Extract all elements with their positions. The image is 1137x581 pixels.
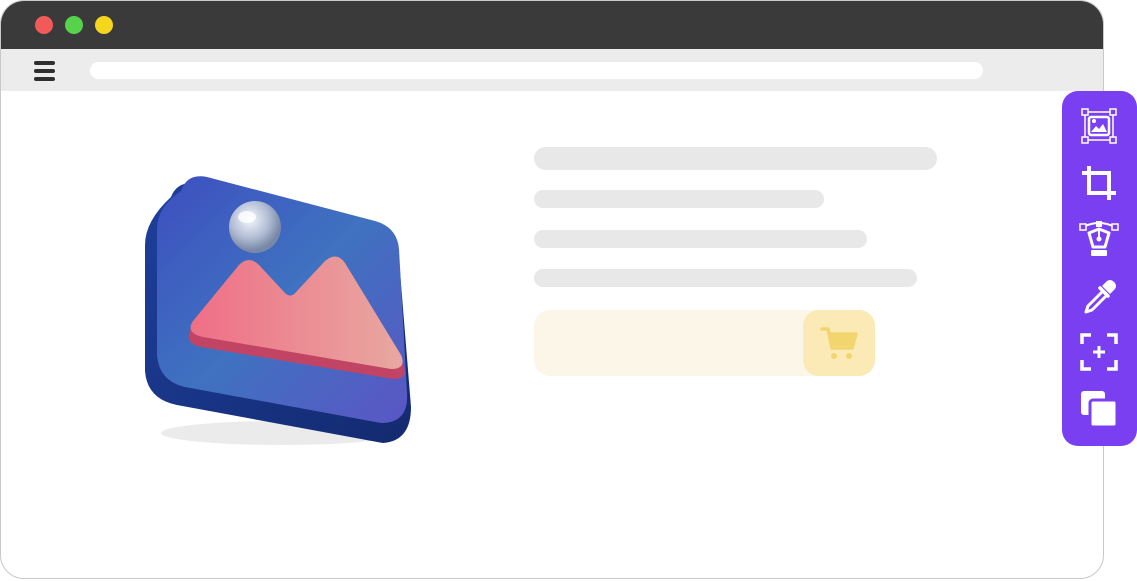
- browser-window: [0, 0, 1104, 579]
- crop-tool[interactable]: [1078, 162, 1120, 204]
- bezier-pen-icon: [1079, 221, 1119, 256]
- image-gallery-icon: [131, 161, 431, 461]
- add-to-cart-button[interactable]: [803, 310, 875, 376]
- shopping-cart-icon: [820, 327, 858, 359]
- pen-tool[interactable]: [1078, 218, 1120, 260]
- hamburger-menu-icon[interactable]: [34, 61, 56, 81]
- text-line-placeholder: [534, 190, 824, 208]
- minimize-window-button[interactable]: [65, 16, 83, 34]
- color-picker-tool[interactable]: [1078, 276, 1120, 318]
- crop-icon: [1082, 166, 1116, 200]
- zoom-window-button[interactable]: [95, 16, 113, 34]
- text-line-placeholder: [534, 230, 867, 248]
- focus-frame-icon: [1080, 333, 1118, 371]
- title-bar: [1, 1, 1103, 49]
- eyedropper-icon: [1084, 280, 1116, 314]
- layers-tool[interactable]: [1078, 388, 1120, 430]
- focus-tool[interactable]: [1078, 331, 1120, 373]
- image-select-tool[interactable]: [1078, 105, 1120, 147]
- title-placeholder: [534, 147, 937, 170]
- layers-icon: [1081, 391, 1119, 429]
- close-window-button[interactable]: [35, 16, 53, 34]
- text-line-placeholder: [534, 269, 917, 287]
- address-bar-input[interactable]: [90, 62, 983, 79]
- image-frame-icon: [1081, 108, 1117, 144]
